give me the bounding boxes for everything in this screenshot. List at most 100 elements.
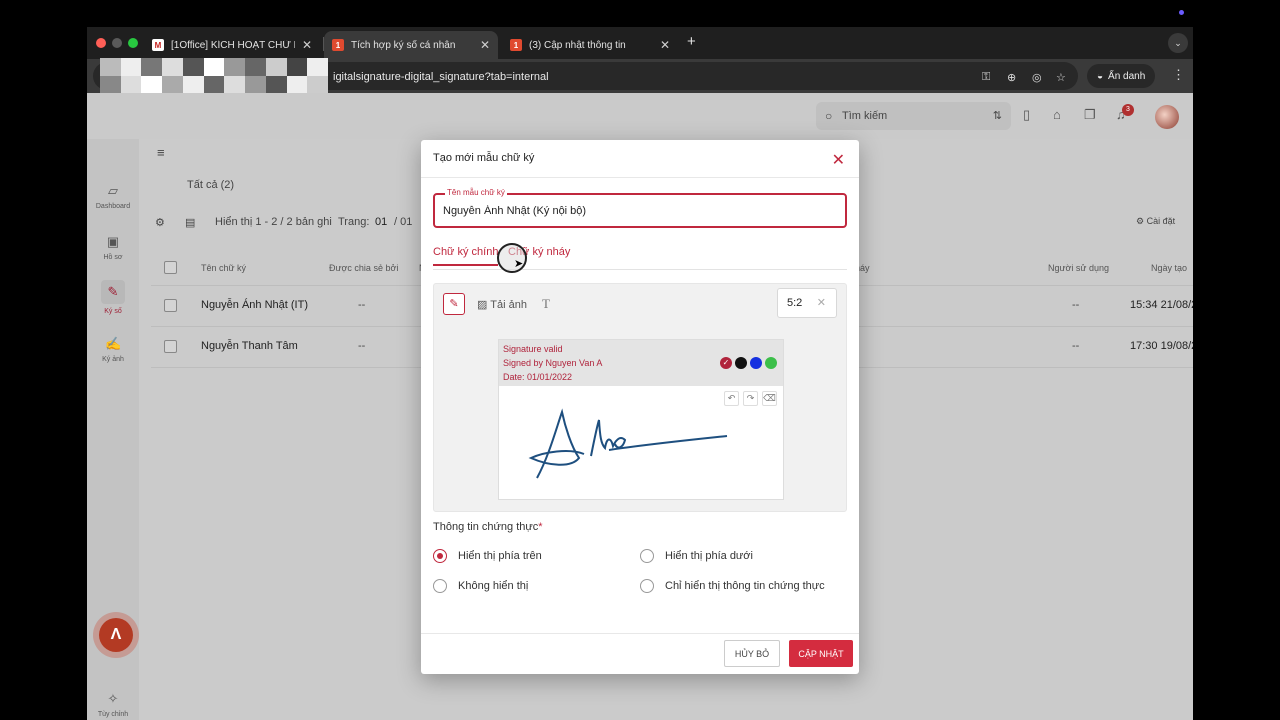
signature-name-input[interactable] bbox=[443, 205, 833, 217]
page-label: Trang: bbox=[338, 216, 370, 228]
signature-editor: ✎ ▨ Tải ảnh T 5:2 ✕ Signature valid Sign… bbox=[433, 283, 847, 512]
filter-settings-icon[interactable]: ⚙ bbox=[155, 216, 165, 229]
signature-info-line: Signature valid bbox=[503, 344, 563, 354]
select-all-checkbox[interactable] bbox=[164, 261, 177, 274]
search-placeholder: Tìm kiếm bbox=[842, 110, 888, 122]
radio-button[interactable] bbox=[433, 579, 447, 593]
radio-button[interactable] bbox=[433, 549, 447, 563]
column-header-created: Ngày tạo bbox=[1151, 263, 1188, 273]
sidebar-item-label: Tùy chỉnh bbox=[97, 711, 129, 718]
column-header-user: Người sử dụng bbox=[1048, 263, 1109, 273]
certification-label-text: Thông tin chứng thực bbox=[433, 521, 539, 533]
option-label: Hiển thị phía trên bbox=[458, 550, 542, 562]
sidebar-item-label: Dashboard bbox=[95, 203, 131, 210]
zoom-icon[interactable]: ⊕ bbox=[1007, 71, 1016, 84]
upload-label: Tải ảnh bbox=[490, 299, 527, 311]
color-swatch-black[interactable] bbox=[735, 357, 747, 369]
signature-name-label: Tên mẫu chữ ký bbox=[445, 188, 507, 197]
notification-badge: 3 bbox=[1122, 104, 1134, 116]
sidebar-item-profile[interactable]: ▣ Hồ sơ bbox=[87, 234, 139, 261]
signature-name-field: Tên mẫu chữ ký bbox=[433, 188, 847, 228]
sidebar-item-customize[interactable]: ✧ Tùy chỉnh bbox=[87, 691, 139, 718]
upload-image-button[interactable]: ▨ Tải ảnh bbox=[477, 298, 527, 311]
home-icon[interactable]: ⌂ bbox=[1053, 107, 1061, 122]
option-cert-only[interactable]: Chỉ hiển thị thông tin chứng thực bbox=[640, 579, 825, 593]
signature-info-line: Date: 01/01/2022 bbox=[503, 372, 573, 382]
close-tab-icon[interactable]: ✕ bbox=[660, 38, 670, 52]
app-logo-button[interactable]: Λ bbox=[99, 618, 133, 652]
incognito-badge[interactable]: ◒ Ẩn danh bbox=[1087, 64, 1156, 88]
option-show-below[interactable]: Hiển thị phía dưới bbox=[640, 549, 753, 563]
new-tab-icon[interactable]: + bbox=[687, 33, 696, 50]
tab-label: Tích hợp ký số cá nhân bbox=[351, 39, 456, 51]
ratio-select[interactable]: 5:2 ✕ bbox=[777, 288, 837, 318]
ratio-value: 5:2 bbox=[787, 297, 803, 309]
close-icon[interactable]: ✕ bbox=[832, 150, 845, 170]
column-header-shared-by: Được chia sẻ bởi bbox=[329, 263, 399, 273]
settings-link[interactable]: ⚙ Cài đặt bbox=[1136, 216, 1175, 227]
chat-icon[interactable]: ❐ bbox=[1084, 107, 1096, 123]
column-header-name: Tên chữ ký bbox=[201, 263, 247, 273]
browser-tab[interactable]: 1 (3) Cập nhật thông tin ✕ bbox=[502, 31, 678, 59]
radio-button[interactable] bbox=[640, 549, 654, 563]
signature-tabs: Chữ ký chính Chữ ký nháy bbox=[433, 246, 847, 270]
row-checkbox[interactable] bbox=[164, 340, 177, 353]
color-swatch-green[interactable] bbox=[765, 357, 777, 369]
row-created: 15:34 21/08/2 bbox=[1130, 299, 1193, 311]
filter-sliders-icon[interactable]: ⇅ bbox=[993, 102, 1002, 130]
row-user: -- bbox=[1072, 340, 1080, 352]
avatar[interactable] bbox=[1155, 105, 1179, 129]
tab-label: (3) Cập nhật thông tin bbox=[529, 39, 626, 51]
status-dot bbox=[1179, 10, 1184, 15]
cancel-button[interactable]: HỦY BỎ bbox=[724, 640, 780, 667]
search-input[interactable]: ○ Tìm kiếm ⇅ bbox=[816, 102, 1011, 130]
close-tab-icon[interactable]: ✕ bbox=[480, 38, 490, 52]
tab-main-signature[interactable]: Chữ ký chính bbox=[433, 246, 499, 266]
row-name: Nguyễn Thanh Tâm bbox=[201, 340, 298, 352]
clear-ratio-icon[interactable]: ✕ bbox=[817, 289, 826, 317]
incognito-icon: ◒ bbox=[1097, 70, 1104, 82]
browser-menu-icon[interactable]: ⋮ bbox=[1172, 67, 1185, 83]
radio-button[interactable] bbox=[640, 579, 654, 593]
required-mark: * bbox=[538, 521, 543, 533]
sidebar-item-image-sign[interactable]: ✍ Ký ảnh bbox=[87, 336, 139, 363]
screen: M [1Office] KÍCH HOẠT CHỮ KÝ ✕ 1 Tích hợ… bbox=[0, 0, 1280, 720]
maximize-window-button[interactable] bbox=[128, 38, 138, 48]
eye-off-icon[interactable]: ◎ bbox=[1032, 71, 1042, 84]
option-hide[interactable]: Không hiển thị bbox=[433, 579, 528, 593]
browser-tab[interactable]: M [1Office] KÍCH HOẠT CHỮ KÝ ✕ bbox=[144, 31, 320, 59]
sidebar-item-label: Ký số bbox=[104, 308, 122, 315]
option-show-above[interactable]: Hiển thị phía trên bbox=[433, 549, 542, 563]
tab-search-icon[interactable]: ⌄ bbox=[1168, 33, 1188, 53]
image-sign-icon: ✍ bbox=[105, 336, 122, 351]
signature-canvas[interactable]: Signature valid Signed by Nguyen Van A D… bbox=[498, 339, 784, 500]
minimize-window-button[interactable] bbox=[112, 38, 122, 48]
url-text: igitalsignature-digital_signature?tab=in… bbox=[333, 71, 549, 83]
dashboard-icon: ▱ bbox=[108, 183, 118, 198]
bookmark-star-icon[interactable]: ☆ bbox=[1056, 71, 1066, 84]
close-tab-icon[interactable]: ✕ bbox=[302, 38, 312, 52]
row-user: -- bbox=[1072, 299, 1080, 311]
color-swatch-blue[interactable] bbox=[750, 357, 762, 369]
sidebar-item-digital-signature[interactable]: ✎ Ký số bbox=[87, 280, 139, 315]
export-icon[interactable]: ▤ bbox=[185, 216, 195, 229]
save-button[interactable]: CẬP NHẬT bbox=[789, 640, 853, 667]
draw-pen-button[interactable]: ✎ bbox=[443, 293, 465, 315]
sidebar-item-dashboard[interactable]: ▱ Dashboard bbox=[87, 183, 139, 210]
close-window-button[interactable] bbox=[96, 38, 106, 48]
color-swatch-red[interactable]: ✓ bbox=[720, 357, 732, 369]
password-key-icon[interactable]: ⚿ bbox=[982, 71, 990, 84]
row-checkbox[interactable] bbox=[164, 299, 177, 312]
settings-label: Cài đặt bbox=[1146, 216, 1176, 226]
mouse-pointer-icon: ➤ bbox=[514, 258, 524, 270]
text-mode-icon[interactable]: T bbox=[542, 296, 550, 312]
sidebar-item-label: Hồ sơ bbox=[103, 254, 123, 261]
browser-tab-active[interactable]: 1 Tích hợp ký số cá nhân ✕ bbox=[324, 31, 498, 59]
page-number[interactable]: 01 bbox=[375, 216, 387, 228]
1office-icon: 1 bbox=[510, 39, 522, 51]
paging-summary: Hiển thị 1 - 2 / 2 bản ghi bbox=[215, 216, 332, 228]
row-name: Nguyễn Ánh Nhật (IT) bbox=[201, 299, 308, 311]
bookmark-icon[interactable]: ▯ bbox=[1023, 107, 1030, 123]
menu-icon[interactable]: ≡ bbox=[157, 145, 165, 160]
dialog-title: Tạo mới mẫu chữ ký bbox=[433, 152, 535, 164]
